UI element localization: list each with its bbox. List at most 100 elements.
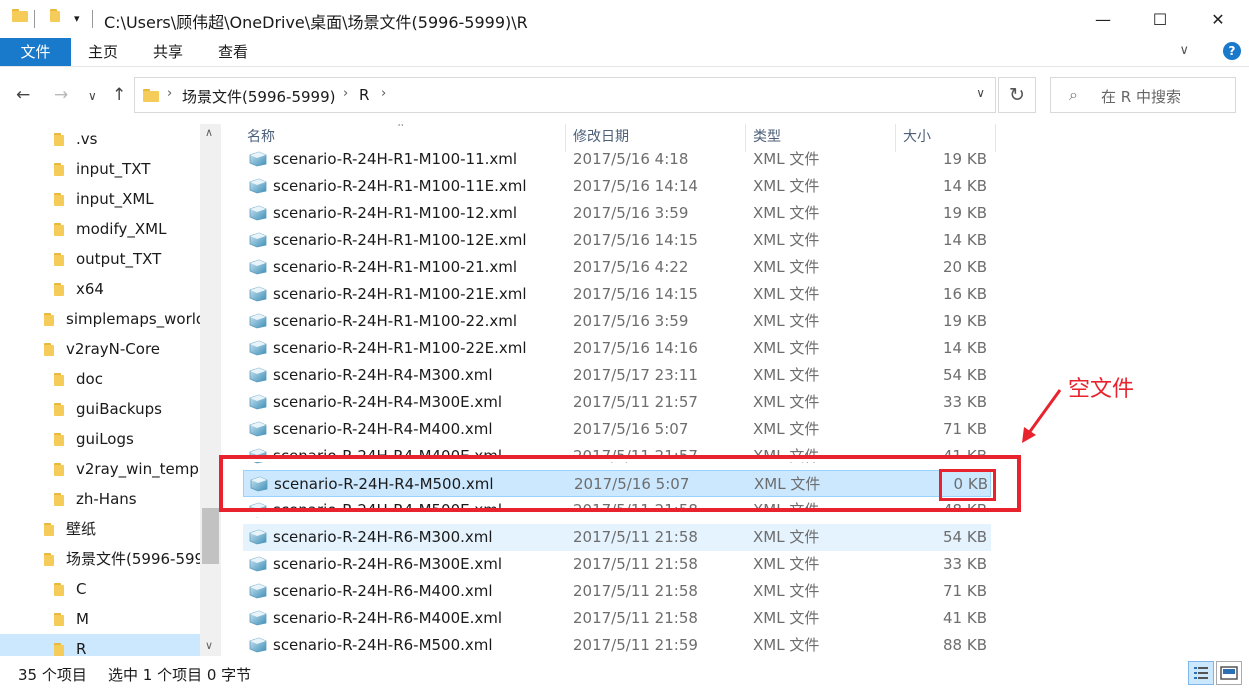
breadcrumb-parent[interactable]: 场景文件(5996-5999) [182, 86, 335, 107]
annotation-label: 空文件 [1068, 377, 1135, 402]
file-row[interactable]: scenario-R-24H-R4-M300E.xml 2017/5/11 21:… [243, 389, 991, 416]
sidebar-item[interactable]: M [0, 604, 200, 634]
file-row[interactable]: scenario-R-24H-R1-M100-12E.xml 2017/5/16 … [243, 227, 991, 254]
address-dropdown-icon[interactable]: ∨ [976, 86, 985, 100]
expand-ribbon-icon[interactable]: ∨ [1179, 43, 1189, 58]
sidebar-item-label: input_XML [76, 190, 154, 208]
search-icon: ⌕ [1069, 85, 1078, 104]
xml-file-icon [249, 637, 267, 653]
file-type: XML 文件 [753, 366, 820, 384]
file-modified: 2017/5/16 14:16 [573, 339, 698, 357]
chevron-right-icon[interactable]: › [343, 86, 348, 101]
xml-file-icon [249, 151, 267, 167]
scroll-up-icon[interactable]: ∧ [205, 126, 213, 139]
file-size: 71 KB [943, 582, 987, 600]
file-row[interactable]: scenario-R-24H-R1-M100-21.xml 2017/5/16 4… [243, 254, 991, 281]
tab-share[interactable]: 共享 [136, 38, 200, 66]
up-button[interactable]: ↑ [112, 85, 126, 105]
sidebar-scrollbar[interactable]: ∧ ∨ [200, 124, 221, 656]
large-icons-view-button[interactable] [1216, 661, 1242, 685]
address-bar[interactable]: › 场景文件(5996-5999) › R › ∨ [134, 77, 996, 113]
file-row[interactable]: scenario-R-24H-R4-M400.xml 2017/5/16 5:07… [243, 416, 991, 443]
scroll-down-icon[interactable]: ∨ [205, 639, 213, 652]
sidebar-item[interactable]: C [0, 574, 200, 604]
sidebar-item[interactable]: R [0, 634, 200, 656]
file-size: 88 KB [943, 636, 987, 654]
sidebar-item[interactable]: guiLogs [0, 424, 200, 454]
file-row[interactable]: scenario-R-24H-R1-M100-21E.xml 2017/5/16 … [243, 281, 991, 308]
maximize-button[interactable]: ☐ [1131, 0, 1189, 38]
sidebar-item[interactable]: 场景文件(5996-599 [0, 544, 204, 574]
help-icon[interactable]: ? [1223, 42, 1241, 60]
sidebar-item[interactable]: modify_XML [0, 214, 200, 244]
annotation-size-box [939, 469, 996, 501]
tab-file[interactable]: 文件 [0, 38, 71, 66]
breadcrumb-current[interactable]: R [359, 86, 369, 104]
sidebar-item[interactable]: v2rayN-Core [0, 334, 200, 364]
sidebar-item-label: doc [76, 370, 103, 388]
file-name: scenario-R-24H-R1-M100-12.xml [273, 204, 518, 222]
item-count: 35 个项目 [18, 666, 87, 684]
column-divider[interactable] [995, 124, 996, 152]
file-name: scenario-R-24H-R1-M100-21E.xml [273, 285, 527, 303]
file-row[interactable]: scenario-R-24H-R6-M300.xml 2017/5/11 21:5… [243, 524, 991, 551]
minimize-button[interactable]: — [1074, 0, 1132, 38]
file-name: scenario-R-24H-R6-M500.xml [273, 636, 493, 654]
refresh-button[interactable]: ↻ [998, 77, 1036, 113]
ribbon: 文件 主页 共享 查看 ∨ ? [0, 38, 1249, 66]
sidebar-item[interactable]: simplemaps_world [0, 304, 205, 334]
forward-button[interactable]: → [54, 85, 68, 105]
file-row[interactable]: scenario-R-24H-R1-M100-22.xml 2017/5/16 3… [243, 308, 991, 335]
close-button[interactable]: ✕ [1189, 0, 1247, 38]
sidebar-item[interactable]: input_TXT [0, 154, 200, 184]
xml-file-icon [249, 394, 267, 410]
back-button[interactable]: ← [16, 85, 30, 105]
file-row[interactable]: scenario-R-24H-R6-M400.xml 2017/5/11 21:5… [243, 578, 991, 605]
tab-home[interactable]: 主页 [71, 38, 135, 66]
new-folder-icon[interactable] [50, 9, 60, 22]
customize-toolbar-icon[interactable]: ▾ [74, 12, 80, 25]
file-size: 41 KB [943, 609, 987, 627]
file-row[interactable]: scenario-R-24H-R6-M300E.xml 2017/5/11 21:… [243, 551, 991, 578]
file-modified: 2017/5/11 21:58 [573, 609, 698, 627]
sidebar-item[interactable]: v2ray_win_temp [0, 454, 200, 484]
file-type: XML 文件 [753, 393, 820, 411]
sidebar-item[interactable]: guiBackups [0, 394, 200, 424]
chevron-right-icon[interactable]: › [381, 86, 386, 101]
folder-icon [54, 253, 64, 266]
search-box[interactable]: ⌕ 在 R 中搜索 [1050, 77, 1236, 113]
sidebar-item[interactable]: zh-Hans [0, 484, 200, 514]
file-modified: 2017/5/16 3:59 [573, 312, 689, 330]
file-row[interactable]: scenario-R-24H-R1-M100-11E.xml 2017/5/16 … [243, 173, 991, 200]
file-modified: 2017/5/11 21:58 [573, 555, 698, 573]
sidebar-item[interactable]: x64 [0, 274, 200, 304]
file-size: 54 KB [943, 528, 987, 546]
sidebar-item[interactable]: doc [0, 364, 200, 394]
file-row[interactable]: scenario-R-24H-R6-M400E.xml 2017/5/11 21:… [243, 605, 991, 632]
file-size: 33 KB [943, 555, 987, 573]
file-name: scenario-R-24H-R4-M300E.xml [273, 393, 503, 411]
file-modified: 2017/5/16 4:22 [573, 258, 689, 276]
xml-file-icon [249, 232, 267, 248]
sidebar-item[interactable]: .vs [0, 124, 200, 154]
sidebar-item-label: x64 [76, 280, 104, 298]
sidebar-item[interactable]: input_XML [0, 184, 200, 214]
sidebar-item-label: output_TXT [76, 250, 162, 268]
sidebar-item[interactable]: output_TXT [0, 244, 200, 274]
tab-view[interactable]: 查看 [201, 38, 265, 66]
file-row[interactable]: scenario-R-24H-R6-M500.xml 2017/5/11 21:5… [243, 632, 991, 656]
details-view-button[interactable] [1188, 661, 1214, 685]
file-row[interactable]: scenario-R-24H-R1-M100-22E.xml 2017/5/16 … [243, 335, 991, 362]
selection-info: 选中 1 个项目 0 字节 [108, 666, 252, 684]
file-row[interactable]: scenario-R-24H-R4-M300.xml 2017/5/17 23:1… [243, 362, 991, 389]
file-modified: 2017/5/11 21:58 [573, 528, 698, 546]
navigation-bar: ← → ∨ ↑ › 场景文件(5996-5999) › R › ∨ ↻ ⌕ 在 … [0, 66, 1249, 124]
file-row[interactable]: scenario-R-24H-R1-M100-11.xml 2017/5/16 4… [243, 146, 991, 173]
scrollbar-thumb[interactable] [202, 508, 219, 564]
file-row[interactable]: scenario-R-24H-R1-M100-12.xml 2017/5/16 3… [243, 200, 991, 227]
recent-locations-button[interactable]: ∨ [88, 89, 97, 103]
chevron-right-icon[interactable]: › [167, 86, 172, 101]
sidebar-item-label: .vs [76, 130, 98, 148]
file-type: XML 文件 [753, 204, 820, 222]
sidebar-item[interactable]: 壁纸 [0, 514, 200, 544]
